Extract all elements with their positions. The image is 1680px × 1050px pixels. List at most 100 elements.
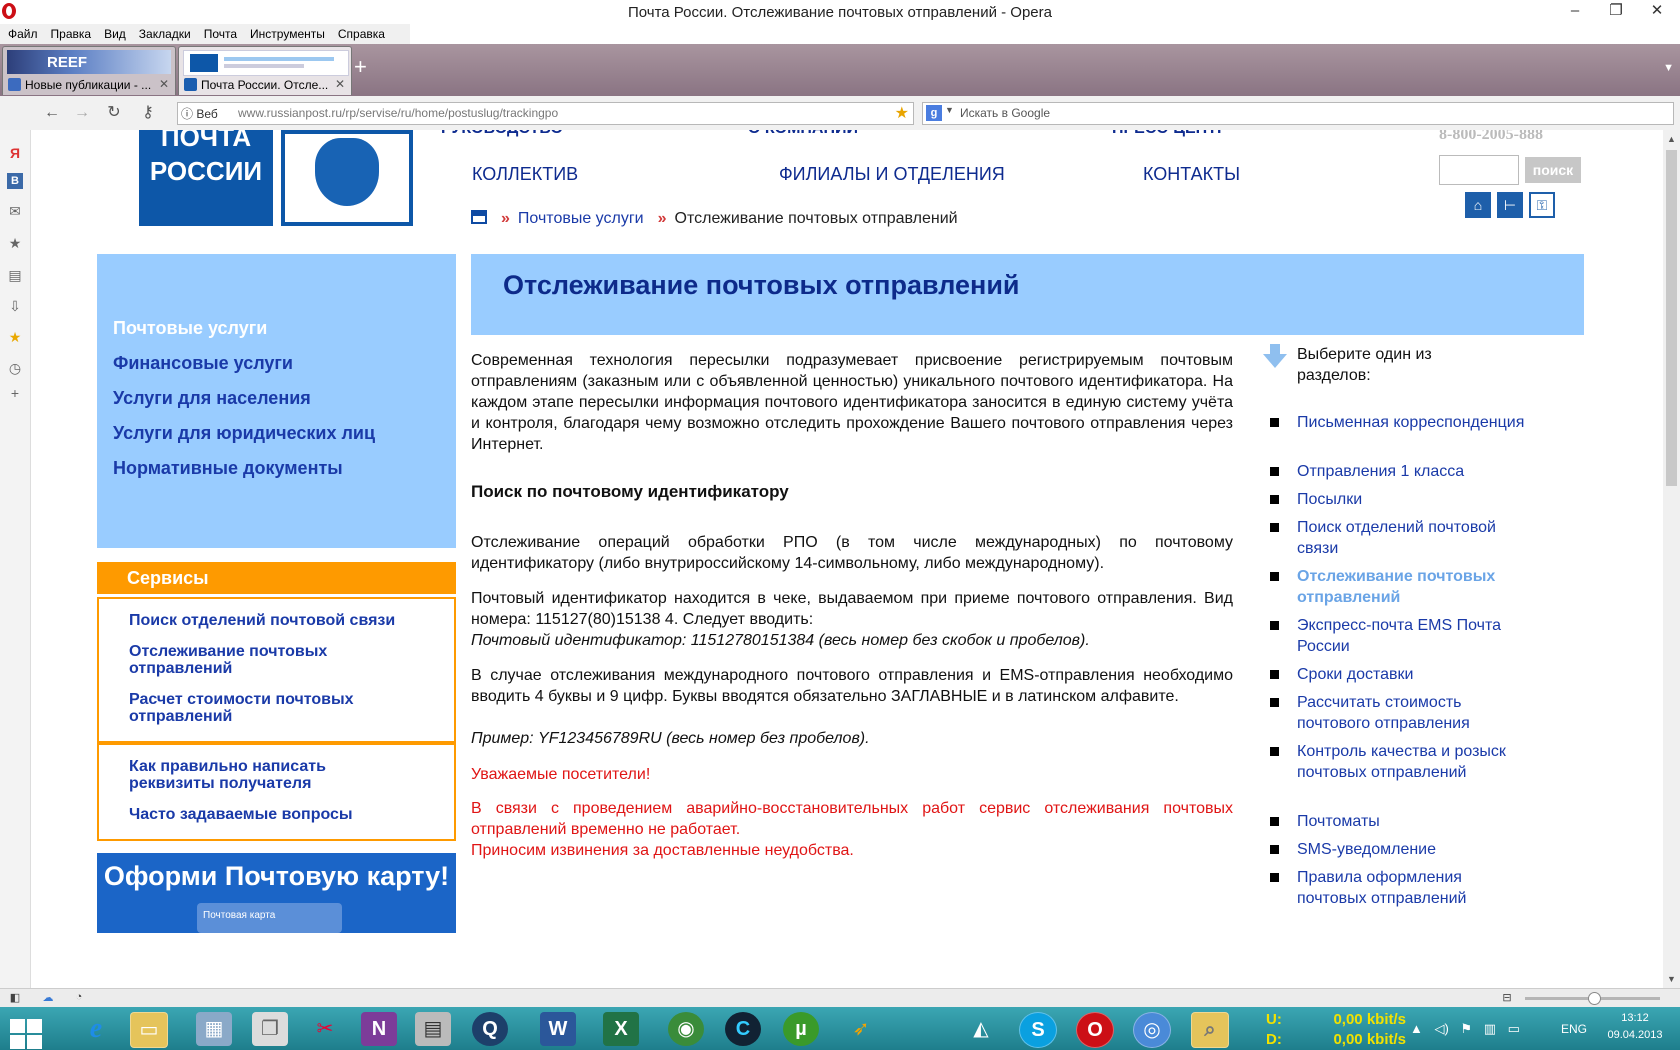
zoom-slider-knob[interactable] <box>1588 992 1601 1005</box>
menu-mail[interactable]: Почта <box>196 24 242 41</box>
right-list-link[interactable]: Письменная корреспонденция <box>1297 412 1527 433</box>
onenote-icon[interactable]: N <box>361 1012 397 1046</box>
scrollbar-thumb[interactable] <box>1666 150 1677 486</box>
leftnav-item-public-services[interactable]: Услуги для населения <box>113 388 311 409</box>
language-indicator[interactable]: ENG <box>1561 1022 1587 1036</box>
chrome-icon[interactable]: ◎ <box>1133 1012 1171 1048</box>
right-list-link[interactable]: Рассчитать стоимость почтового отправлен… <box>1297 692 1527 734</box>
search-engine-dropdown-icon[interactable]: ▼ <box>945 105 954 115</box>
windows-app-icon[interactable]: ❐ <box>252 1012 288 1046</box>
menu-edit[interactable]: Правка <box>43 24 97 41</box>
right-list-link[interactable]: Отправления 1 класса <box>1297 461 1527 482</box>
folder-search-icon[interactable]: ⌕ <box>1191 1012 1229 1048</box>
right-list-link[interactable]: Почтоматы <box>1297 811 1527 832</box>
sitemap-icon[interactable]: ⊢ <box>1497 192 1523 218</box>
mail-icon[interactable]: ✉ <box>7 203 23 219</box>
topnav-kollektiv[interactable]: КОЛЛЕКТИВ <box>472 164 578 185</box>
postal-card-banner[interactable]: Оформи Почтовую карту! Почтовая карта <box>97 853 456 933</box>
right-list-link[interactable]: Экспресс-почта EMS Почта России <box>1297 615 1527 657</box>
right-list-link[interactable]: Отслеживание почтовых отправлений <box>1297 566 1527 608</box>
mail-box-icon[interactable]: ⚿ <box>1529 192 1555 218</box>
internet-explorer-icon[interactable]: e <box>78 1012 114 1046</box>
menu-view[interactable]: Вид <box>96 24 131 41</box>
address-bar[interactable]: ⓘ Веб www.russianpost.ru/rp/servise/ru/h… <box>177 102 914 125</box>
menu-help[interactable]: Справка <box>330 24 390 41</box>
new-tab-button[interactable]: + <box>354 54 367 80</box>
breadcrumb-link[interactable]: Почтовые услуги <box>518 210 644 227</box>
file-explorer-icon[interactable]: ▭ <box>130 1012 168 1048</box>
minimize-button[interactable]: – <box>1560 1 1590 21</box>
google-icon[interactable]: g <box>926 105 942 121</box>
vk-icon[interactable]: B <box>7 173 23 189</box>
panel-toggle-icon[interactable]: ◧ <box>8 991 22 1004</box>
add-panel-icon[interactable]: + <box>7 385 23 401</box>
tray-chevron-icon[interactable]: ▲ <box>1410 1021 1423 1036</box>
cloud-sync-icon[interactable]: ☁ <box>41 991 55 1004</box>
bookmarks-icon[interactable]: ★ <box>7 235 23 251</box>
scroll-up-icon[interactable]: ▲ <box>1667 134 1676 144</box>
zoom-icon[interactable]: ⊟ <box>1500 991 1514 1004</box>
forward-arrow-icon[interactable]: → <box>70 102 94 124</box>
turbo-icon[interactable]: ◔ <box>72 991 86 1004</box>
history-icon[interactable]: ◷ <box>7 360 23 376</box>
monitor-app-icon[interactable]: ▦ <box>196 1012 232 1046</box>
topnav-filialy[interactable]: ФИЛИАЛЫ И ОТДЕЛЕНИЯ <box>779 164 1005 185</box>
calculator-icon[interactable]: ▤ <box>415 1012 451 1046</box>
service-link-find-office[interactable]: Поиск отделений почтовой связи <box>129 612 395 629</box>
search-field[interactable]: g ▼ Искать в Google <box>922 102 1674 125</box>
right-list-link[interactable]: Поиск отделений почтовой связи <box>1297 517 1527 559</box>
vertical-scrollbar[interactable]: ▲ ▼ <box>1663 130 1680 988</box>
right-list-link[interactable]: Посылки <box>1297 489 1527 510</box>
start-button[interactable] <box>2 1013 42 1049</box>
tab-list-chevron-icon[interactable]: ▼ <box>1663 62 1674 74</box>
utorrent-icon[interactable]: µ <box>783 1012 819 1046</box>
excel-icon[interactable]: X <box>603 1012 639 1046</box>
topnav-cut-3[interactable]: ПРЕСС-ЦЕНТР <box>1112 130 1228 138</box>
menu-tools[interactable]: Инструменты <box>242 24 330 41</box>
notes-icon[interactable]: ▤ <box>7 267 23 283</box>
right-list-link[interactable]: SMS-уведомление <box>1297 839 1527 860</box>
tab-close-icon[interactable]: ✕ <box>335 77 345 91</box>
yandex-icon[interactable]: Я <box>7 145 23 161</box>
menu-file[interactable]: Файл <box>0 24 43 41</box>
tab-russianpost[interactable]: Почта России. Отсле... ✕ <box>178 46 352 95</box>
favorites-icon[interactable]: ★ <box>7 329 23 345</box>
site-search-input[interactable] <box>1439 155 1519 185</box>
topnav-kontakty[interactable]: КОНТАКТЫ <box>1143 164 1240 185</box>
skype-icon[interactable]: S <box>1019 1012 1057 1048</box>
messenger-icon[interactable]: ➶ <box>843 1012 879 1046</box>
tab-new-publications[interactable]: REEF Новые публикации - ... ✕ <box>2 46 176 95</box>
service-link-faq[interactable]: Часто задаваемые вопросы <box>129 806 353 823</box>
bookmark-star-icon[interactable]: ★ <box>895 103 909 123</box>
service-link-tracking[interactable]: Отслеживание почтовых отправлений <box>129 643 359 677</box>
topnav-cut-1[interactable]: РУКОВОДСТВО <box>441 130 563 138</box>
right-list-link[interactable]: Контроль качества и розыск почтовых отпр… <box>1297 741 1527 783</box>
menu-bookmarks[interactable]: Закладки <box>131 24 196 41</box>
flag-icon[interactable]: ⚑ <box>1460 1021 1472 1036</box>
right-list-link[interactable]: Правила оформления почтовых отправлений <box>1297 867 1527 909</box>
key-icon[interactable]: ⚷ <box>136 102 160 124</box>
leftnav-item-regulations[interactable]: Нормативные документы <box>113 458 343 479</box>
volume-icon[interactable]: ◁) <box>1435 1021 1449 1036</box>
opera-taskbar-icon[interactable]: O <box>1076 1012 1114 1048</box>
clock[interactable]: 13:12 09.04.2013 <box>1595 1010 1675 1044</box>
scroll-down-icon[interactable]: ▼ <box>1667 974 1676 984</box>
search-app-icon[interactable]: Q <box>472 1012 508 1046</box>
service-link-cost-calc[interactable]: Расчет стоимости почтовых отправлений <box>129 691 379 725</box>
breadcrumb-home-icon[interactable] <box>471 210 487 224</box>
word-icon[interactable]: W <box>540 1012 576 1046</box>
leftnav-item-financial-services[interactable]: Финансовые услуги <box>113 353 293 374</box>
leftnav-item-business-services[interactable]: Услуги для юридических лиц <box>113 423 375 444</box>
reload-icon[interactable]: ↻ <box>102 102 126 124</box>
battery-icon[interactable]: ▭ <box>1508 1021 1520 1036</box>
back-arrow-icon[interactable]: ← <box>40 102 64 124</box>
home-icon[interactable]: ⌂ <box>1465 192 1491 218</box>
close-button[interactable]: ✕ <box>1642 1 1672 21</box>
snipping-tool-icon[interactable]: ✂ <box>307 1012 343 1046</box>
network-icon[interactable]: ▥ <box>1484 1021 1496 1036</box>
topnav-cut-2[interactable]: О КОМПАНИИ <box>748 130 858 138</box>
fox-app-icon[interactable]: ◭ <box>963 1012 999 1046</box>
globe-app-icon[interactable]: ◉ <box>668 1012 704 1046</box>
russianpost-logo[interactable]: ПОЧТА РОССИИ <box>139 130 273 226</box>
downloads-icon[interactable]: ⇩ <box>7 298 23 314</box>
